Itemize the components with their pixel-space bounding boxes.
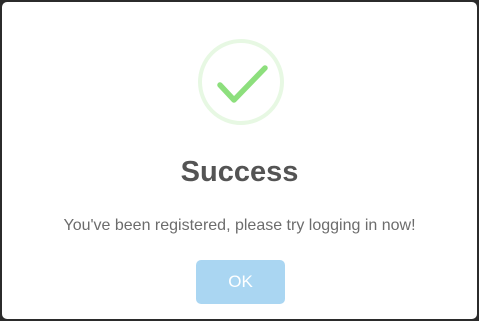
dialog-title: Success xyxy=(180,156,299,188)
ok-button[interactable]: OK xyxy=(196,260,285,304)
success-dialog: Success You've been registered, please t… xyxy=(2,2,477,319)
success-check-icon xyxy=(197,38,285,126)
dialog-message: You've been registered, please try loggi… xyxy=(63,217,416,234)
